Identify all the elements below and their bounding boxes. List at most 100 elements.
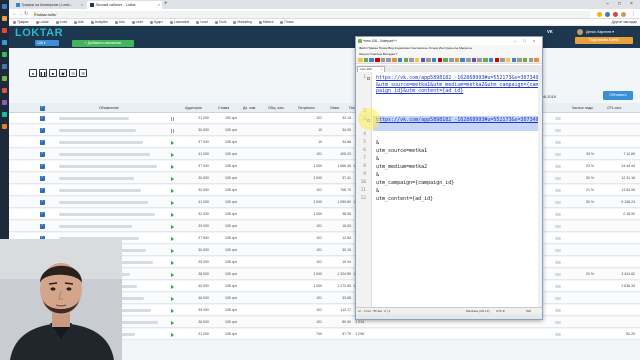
play-icon[interactable] (171, 236, 174, 241)
table-row[interactable]: 30 000105 грн101706.759 37121 %13 54.06 (9, 185, 640, 196)
pause-icon[interactable] (171, 128, 174, 133)
notepad-tool-icon[interactable] (534, 57, 539, 63)
account-select[interactable]: 106 ▾ (35, 40, 59, 46)
extension-icon[interactable] (605, 11, 610, 17)
loktar-logo[interactable]: LOKTAR (15, 27, 63, 39)
reload-icon[interactable]: ↻ (24, 11, 28, 17)
table-row[interactable]: 29 000105 грн10116.63301 (9, 221, 640, 232)
play-icon[interactable] (171, 200, 174, 205)
ad-name-redacted[interactable] (59, 153, 150, 156)
play-icon[interactable] (171, 248, 174, 253)
taskbar-telegram-icon[interactable] (2, 40, 7, 45)
other-bookmarks[interactable]: Другие закладки (612, 20, 637, 24)
taskbar-app-icon[interactable] (2, 100, 7, 105)
notepad-tool-icon[interactable] (397, 57, 403, 63)
close-window-icon[interactable]: × (630, 1, 633, 8)
ad-name-redacted[interactable] (59, 117, 129, 120)
notepad-tool-icon[interactable] (403, 57, 408, 63)
taskbar-whatsapp-icon[interactable] (2, 52, 7, 57)
row-checkbox[interactable] (40, 114, 45, 121)
col-header-ad[interactable]: Объявление (99, 103, 119, 113)
col-header-daily-limit[interactable]: Дн. лим. (243, 103, 256, 113)
notepad-tool-icon[interactable] (449, 57, 454, 63)
row-checkbox[interactable] (40, 186, 45, 193)
table-row[interactable]: 20 000105 грн1 00037.4144930 %12 31.16 (9, 173, 640, 184)
code-line-url[interactable]: https://vk.com/app5898182_-162868993#u=5… (376, 75, 540, 95)
taskbar-chrome-icon[interactable] (2, 28, 7, 33)
play-icon[interactable] (171, 260, 174, 265)
notepad-tool-icon[interactable] (420, 57, 426, 63)
bookmark-item[interactable]: Lead (196, 20, 208, 24)
table-row[interactable]: 37 000105 грн1034.86903 (9, 137, 640, 148)
code-line[interactable]: & (376, 172, 540, 179)
fold-marker-icon[interactable] (367, 76, 370, 80)
url-input[interactable]: 🔒 loktar.ru/lk/ (31, 10, 591, 18)
notepad-tool-icon[interactable] (494, 57, 499, 63)
row-checkbox[interactable] (40, 126, 45, 133)
col-header-audience[interactable]: Аудитория (185, 103, 202, 113)
row-checkbox[interactable] (40, 162, 45, 169)
play-icon[interactable] (171, 164, 174, 169)
toolbar-tool-icon[interactable]: ▣ (59, 69, 67, 77)
browser-tab-active[interactable]: Личный кабинет - Loktar × (87, 1, 162, 9)
ad-name-redacted[interactable] (59, 177, 134, 180)
extension-icon[interactable] (613, 11, 618, 17)
taskbar-notepad-icon[interactable] (2, 76, 7, 81)
maximize-icon[interactable]: □ (618, 1, 621, 8)
user-menu[interactable]: Денис Карпеев ▾ (586, 30, 614, 34)
play-icon[interactable] (171, 224, 174, 229)
notepad-tool-icon[interactable] (437, 57, 443, 63)
code-line[interactable]: & (376, 140, 540, 147)
browser-tab[interactable]: Трафик на Конверсию | Lead... × (13, 1, 85, 9)
notepad-tool-icon[interactable] (414, 57, 420, 63)
col-header-reach[interactable]: Охват (330, 103, 339, 113)
play-icon[interactable] (171, 188, 174, 193)
row-checkbox[interactable] (40, 138, 45, 145)
table-row[interactable]: 32 000105 грн1 00038.064110 18.90 (9, 209, 640, 220)
notepad-tool-icon[interactable] (466, 57, 471, 63)
new-tab-icon[interactable]: + (164, 1, 168, 8)
row-checkbox[interactable] (40, 210, 45, 217)
close-icon[interactable]: × (158, 3, 160, 7)
notepad-tool-icon[interactable] (483, 57, 488, 63)
bookmark-item[interactable]: Analytics (90, 20, 108, 24)
bookmark-item[interactable]: Ads (74, 20, 84, 24)
code-line[interactable]: utm_medium=metka2 (376, 164, 540, 171)
start-icon[interactable] (2, 4, 7, 9)
toolbar-tool-icon[interactable]: ■ (49, 69, 57, 77)
maximize-icon[interactable]: □ (523, 37, 525, 45)
code-line[interactable]: utm_content={ad_id} (376, 196, 540, 203)
notepad-tool-icon[interactable] (505, 57, 511, 63)
code-line[interactable]: & (376, 188, 540, 195)
col-header-spent[interactable]: Потрачено (298, 103, 315, 113)
menu-icon[interactable]: ⋮ (631, 11, 636, 17)
play-icon[interactable] (171, 176, 174, 181)
bookmark-item[interactable]: Lokmarket (169, 20, 189, 24)
col-header-bid[interactable]: Ставка (218, 103, 229, 113)
notepad-tool-icon[interactable] (386, 57, 391, 63)
notepad-tool-icon[interactable] (375, 57, 380, 63)
table-row[interactable]: 37 000105 грн1 0001 666.4515 32123 %24 4… (9, 161, 640, 172)
bookmark-item[interactable]: Lead (55, 20, 67, 24)
notepad-editor[interactable]: 123456789101112 https://vk.com/app589818… (356, 72, 542, 307)
notepad-tool-icon[interactable] (471, 57, 477, 63)
avatar[interactable] (577, 29, 583, 35)
notepad-tool-icon[interactable] (522, 57, 528, 63)
notepad-tool-icon[interactable] (511, 57, 517, 63)
play-icon[interactable] (171, 320, 174, 325)
ad-name-redacted[interactable] (59, 189, 141, 192)
code-line[interactable]: & (376, 156, 540, 163)
notepad-tool-icon[interactable] (460, 57, 465, 63)
toolbar-tool-icon[interactable]: ☰ (79, 69, 87, 77)
notepad-tool-icon[interactable] (477, 57, 482, 63)
notepad-tool-icon[interactable] (454, 57, 460, 63)
close-window-icon[interactable]: × (533, 37, 535, 45)
minimize-icon[interactable]: – (514, 37, 516, 45)
bookmark-item[interactable]: Lead (131, 20, 143, 24)
ad-name-redacted[interactable] (59, 213, 155, 216)
play-icon[interactable] (171, 140, 174, 145)
play-icon[interactable] (171, 332, 174, 337)
ad-name-redacted[interactable] (59, 225, 132, 228)
bookmark-item[interactable]: Ads (114, 20, 125, 24)
ad-name-redacted[interactable] (59, 201, 148, 204)
